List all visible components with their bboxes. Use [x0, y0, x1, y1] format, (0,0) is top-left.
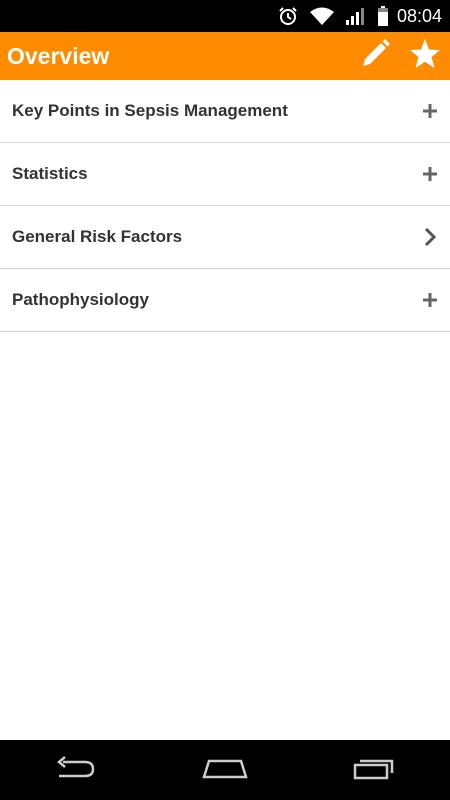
plus-icon [422, 166, 438, 182]
recent-apps-button[interactable] [330, 740, 420, 800]
wifi-icon [309, 0, 335, 32]
edit-icon [359, 38, 391, 75]
alarm-icon [277, 0, 299, 32]
action-bar: Overview [0, 32, 450, 80]
home-button[interactable] [180, 740, 270, 800]
favorite-button[interactable] [400, 32, 450, 80]
battery-icon [377, 0, 389, 32]
list-item-label: Pathophysiology [12, 290, 149, 309]
list-item-label: Statistics [12, 164, 88, 183]
recent-apps-icon [352, 755, 398, 786]
status-bar: 08:04 [0, 0, 450, 32]
list-item-pathophysiology[interactable]: Pathophysiology [0, 269, 450, 332]
list-item-label: Key Points in Sepsis Management [12, 101, 288, 120]
back-button[interactable] [30, 740, 120, 800]
plus-icon [422, 292, 438, 308]
list-item-general-risk-factors[interactable]: General Risk Factors [0, 206, 450, 269]
home-icon [201, 755, 249, 786]
chevron-right-icon [422, 228, 438, 246]
list-item-key-points[interactable]: Key Points in Sepsis Management [0, 80, 450, 143]
list-item-statistics[interactable]: Statistics [0, 143, 450, 206]
plus-icon [422, 103, 438, 119]
page-title: Overview [7, 42, 110, 69]
edit-button[interactable] [350, 32, 400, 80]
signal-icon [345, 0, 367, 32]
overview-list: Key Points in Sepsis Management Statisti… [0, 80, 450, 332]
list-item-label: General Risk Factors [12, 227, 183, 246]
star-icon [409, 38, 441, 75]
back-icon [53, 755, 97, 785]
navigation-bar [0, 740, 450, 800]
status-time: 08:04 [396, 5, 442, 26]
